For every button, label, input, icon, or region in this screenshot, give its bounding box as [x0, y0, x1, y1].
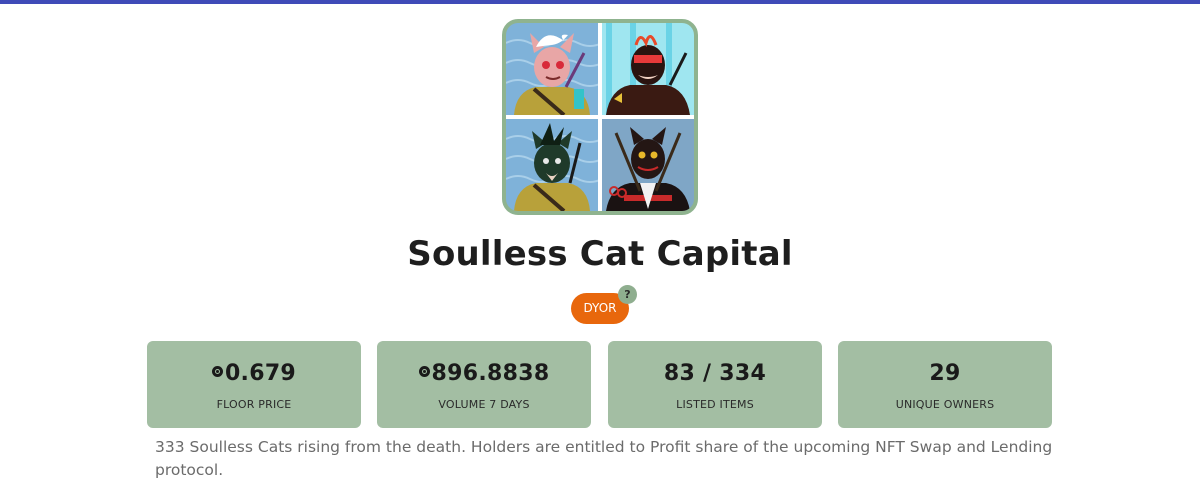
volume-value: 896.8838: [431, 361, 550, 386]
stat-card-floor-price: 0.679 FLOOR PRICE: [147, 341, 361, 428]
help-icon[interactable]: ?: [618, 285, 637, 304]
floor-price-value: 0.679: [224, 361, 297, 386]
nft-tile-2: [602, 23, 694, 115]
nft-tile-4: [602, 119, 694, 211]
collection-image: [502, 19, 698, 215]
stat-card-volume: 896.8838 VOLUME 7 DAYS: [377, 341, 591, 428]
stat-label: LISTED ITEMS: [676, 398, 754, 411]
stat-label: VOLUME 7 DAYS: [438, 398, 530, 411]
nft-tile-1: [506, 23, 603, 117]
solana-icon: [418, 366, 430, 377]
unique-owners-value: 29: [929, 361, 961, 386]
stat-card-listed-items: 83 / 334 LISTED ITEMS: [608, 341, 822, 428]
stat-label: UNIQUE OWNERS: [895, 398, 995, 411]
stat-card-unique-owners: 29 UNIQUE OWNERS: [838, 341, 1052, 428]
solana-icon: [211, 366, 223, 377]
nft-tile-3: [506, 119, 603, 211]
listed-items-value: 83 / 334: [663, 361, 767, 386]
collection-title: Soulless Cat Capital: [407, 234, 793, 274]
stat-label: FLOOR PRICE: [216, 398, 292, 411]
dyor-badge-group: DYOR ?: [571, 285, 637, 324]
stat-value: 896.8838: [377, 361, 591, 386]
collection-description: 333 Soulless Cats rising from the death.…: [155, 438, 1053, 479]
stat-value: 0.679: [147, 361, 361, 386]
top-accent-bar: [0, 0, 1200, 4]
